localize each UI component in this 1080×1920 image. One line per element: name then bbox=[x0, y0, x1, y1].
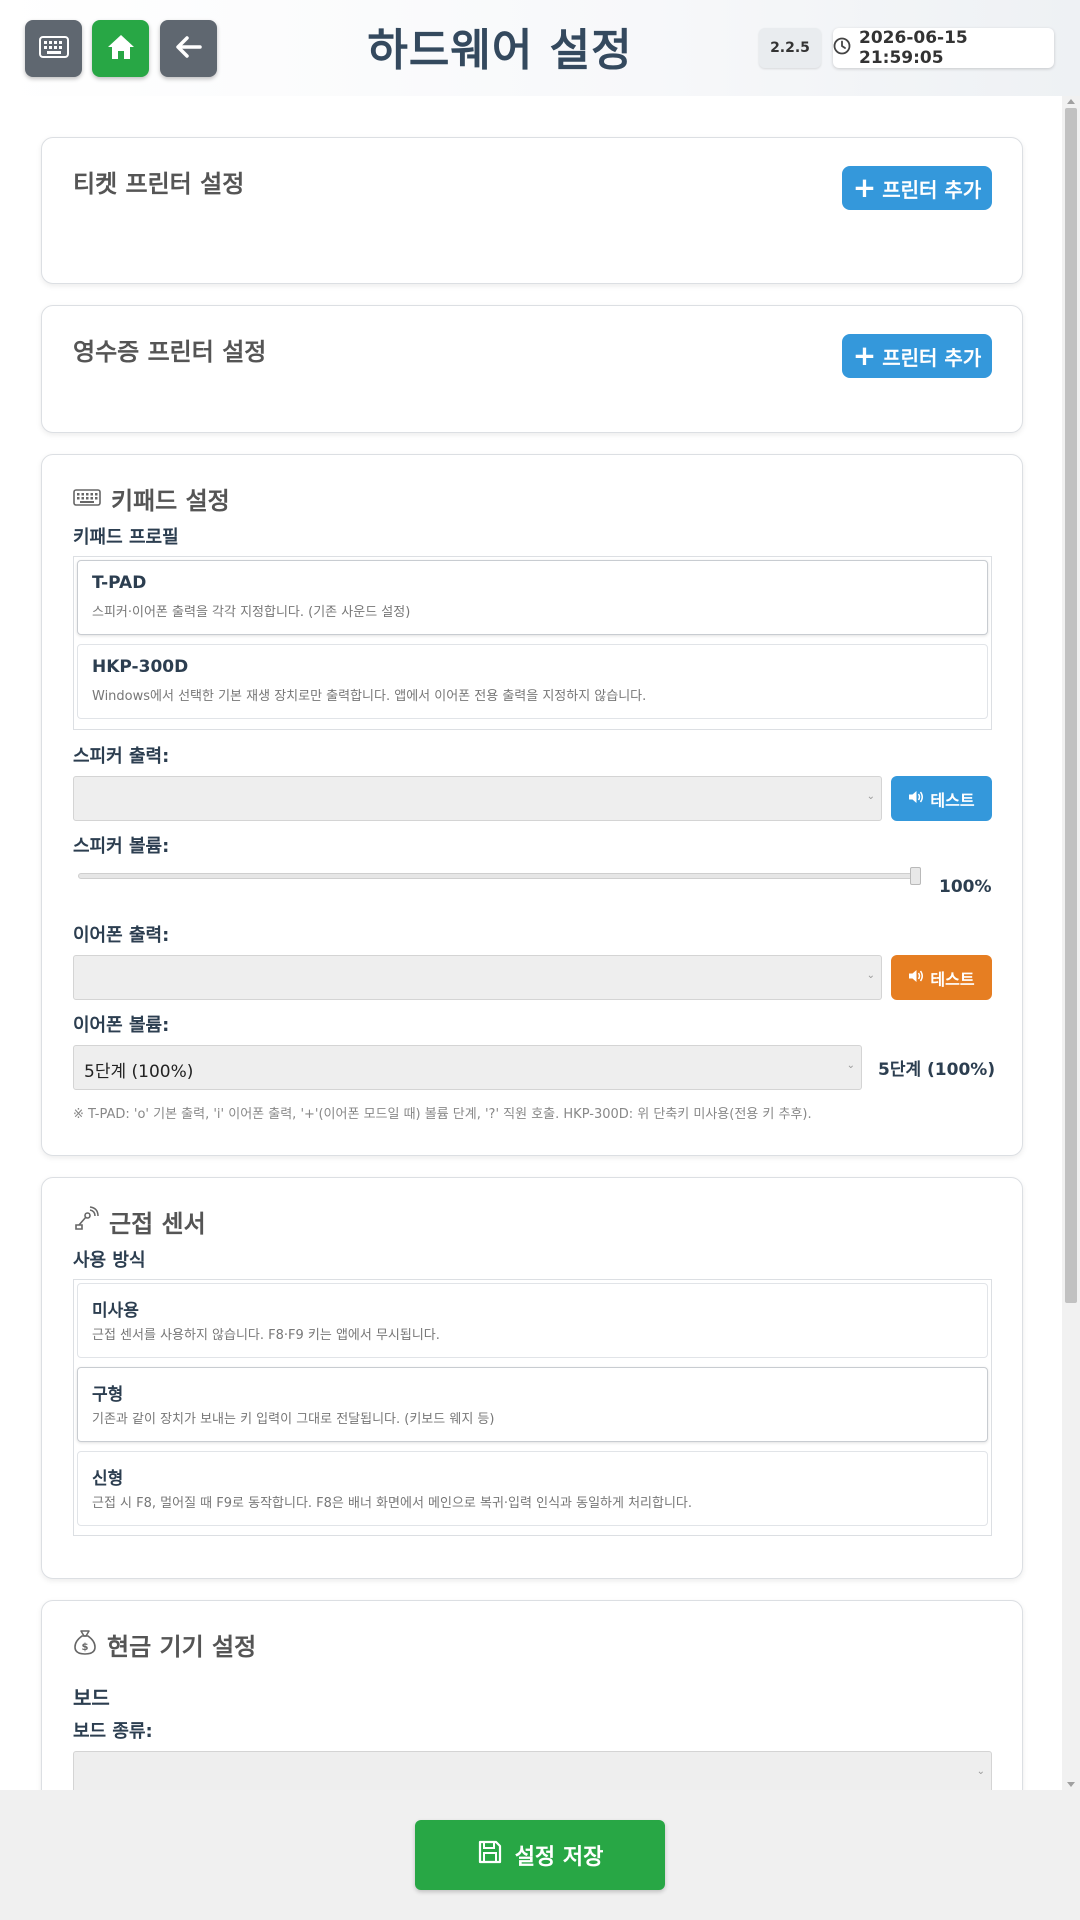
plus-icon: + bbox=[852, 339, 877, 372]
cash-board-label: 보드 bbox=[73, 1686, 110, 1710]
receipt-printer-card: 영수증 프린터 설정 + 프린터 추가 bbox=[41, 305, 1023, 433]
page-title: 하드웨어 설정 bbox=[367, 25, 633, 76]
earphone-volume-value: 5단계 (100%) bbox=[878, 1060, 996, 1080]
add-ticket-printer-button[interactable]: + 프린터 추가 bbox=[842, 166, 992, 210]
proximity-sensor-title: 근접 센서 bbox=[73, 1204, 206, 1239]
clock-icon bbox=[833, 37, 851, 60]
earphone-output-label: 이어폰 출력: bbox=[73, 925, 170, 946]
keypad-profile-label: 키패드 프로필 bbox=[73, 527, 179, 548]
speaker-volume-slider[interactable] bbox=[78, 873, 921, 879]
sensor-icon bbox=[73, 1205, 99, 1238]
home-button[interactable] bbox=[92, 20, 149, 77]
cash-board-type-select[interactable]: ⌄ bbox=[73, 1751, 992, 1790]
footer-bar: 설정 저장 bbox=[0, 1790, 1080, 1920]
svg-text:$: $ bbox=[82, 1642, 89, 1653]
keypad-title: 키패드 설정 bbox=[73, 481, 230, 516]
plus-icon: + bbox=[852, 171, 877, 204]
ticket-printer-card: 티켓 프린터 설정 + 프린터 추가 bbox=[41, 137, 1023, 284]
add-receipt-printer-button[interactable]: + 프린터 추가 bbox=[842, 334, 992, 378]
proximity-mode-label: 사용 방식 bbox=[73, 1250, 146, 1271]
keyboard-button[interactable] bbox=[25, 20, 82, 77]
speaker-icon bbox=[908, 789, 924, 808]
mode-option-unused[interactable]: 미사용 근접 센서를 사용하지 않습니다. F8·F9 키는 앱에서 무시됩니다… bbox=[77, 1283, 988, 1358]
vertical-scrollbar[interactable] bbox=[1062, 96, 1080, 1790]
mode-option-new[interactable]: 신형 근접 시 F8, 멀어질 때 F9로 동작합니다. F8은 배너 화면에서… bbox=[77, 1451, 988, 1526]
earphone-volume-label: 이어폰 볼륨: bbox=[73, 1015, 170, 1036]
keypad-card: 키패드 설정 키패드 프로필 T-PAD 스피커·이어폰 출력을 각각 지정합니… bbox=[41, 454, 1023, 1156]
speaker-output-select[interactable]: ⌄ bbox=[73, 776, 882, 821]
keyboard-icon bbox=[73, 485, 101, 513]
proximity-mode-list: 미사용 근접 센서를 사용하지 않습니다. F8·F9 키는 앱에서 무시됩니다… bbox=[73, 1279, 992, 1536]
earphone-output-select[interactable]: ⌄ bbox=[73, 955, 882, 1000]
home-icon bbox=[106, 33, 136, 65]
cash-device-title: $ 현금 기기 설정 bbox=[73, 1627, 256, 1662]
money-bag-icon: $ bbox=[73, 1628, 97, 1662]
save-settings-button[interactable]: 설정 저장 bbox=[415, 1820, 665, 1890]
version-badge: 2.2.5 bbox=[759, 28, 821, 68]
settings-scroll-area[interactable]: 티켓 프린터 설정 + 프린터 추가 영수증 프린터 설정 + 프린터 추가 키… bbox=[0, 96, 1080, 1790]
profile-option-tpad[interactable]: T-PAD 스피커·이어폰 출력을 각각 지정합니다. (기존 사운드 설정) bbox=[77, 560, 988, 635]
scrollbar-thumb[interactable] bbox=[1065, 108, 1077, 1303]
earphone-volume-select[interactable]: 5단계 (100%) ⌄ bbox=[73, 1045, 862, 1090]
cash-board-type-label: 보드 종류: bbox=[73, 1721, 153, 1742]
scroll-down-arrow-icon[interactable] bbox=[1067, 1782, 1075, 1787]
earphone-test-button[interactable]: 테스트 bbox=[891, 955, 992, 1000]
back-button[interactable] bbox=[160, 20, 217, 77]
chevron-down-icon: ⌄ bbox=[866, 970, 875, 981]
chevron-down-icon: ⌄ bbox=[846, 1060, 855, 1071]
datetime-text: 2026-06-15 21:59:05 bbox=[859, 28, 968, 68]
datetime-display: 2026-06-15 21:59:05 bbox=[833, 28, 1054, 68]
speaker-icon bbox=[908, 968, 924, 987]
floppy-disk-icon bbox=[477, 1839, 503, 1871]
keyboard-icon bbox=[38, 35, 69, 62]
proximity-sensor-card: 근접 센서 사용 방식 미사용 근접 센서를 사용하지 않습니다. F8·F9 … bbox=[41, 1177, 1023, 1579]
mode-option-legacy[interactable]: 구형 기존과 같이 장치가 보내는 키 입력이 그대로 전달됩니다. (키보드 … bbox=[77, 1367, 988, 1442]
speaker-volume-label: 스피커 볼륨: bbox=[73, 836, 170, 857]
cash-device-card: $ 현금 기기 설정 보드 보드 종류: ⌄ bbox=[41, 1600, 1023, 1790]
profile-option-hkp300d[interactable]: HKP-300D Windows에서 선택한 기본 재생 장치로만 출력합니다.… bbox=[77, 644, 988, 719]
receipt-printer-title: 영수증 프린터 설정 bbox=[73, 338, 267, 366]
scroll-up-arrow-icon[interactable] bbox=[1067, 99, 1075, 104]
ticket-printer-title: 티켓 프린터 설정 bbox=[73, 170, 245, 198]
speaker-output-label: 스피커 출력: bbox=[73, 746, 170, 767]
speaker-volume-value: 100% bbox=[939, 877, 992, 897]
keypad-profile-list: T-PAD 스피커·이어폰 출력을 각각 지정합니다. (기존 사운드 설정) … bbox=[73, 556, 992, 730]
header-bar: 하드웨어 설정 2.2.5 2026-06-15 21:59:05 bbox=[0, 0, 1080, 96]
speaker-test-button[interactable]: 테스트 bbox=[891, 776, 992, 821]
back-arrow-icon bbox=[175, 35, 202, 62]
speaker-volume-handle[interactable] bbox=[910, 867, 921, 885]
chevron-down-icon: ⌄ bbox=[976, 1766, 985, 1777]
keypad-note: ※ T-PAD: 'o' 기본 출력, 'i' 이어폰 출력, '+'(이어폰 … bbox=[73, 1107, 812, 1122]
chevron-down-icon: ⌄ bbox=[866, 791, 875, 802]
